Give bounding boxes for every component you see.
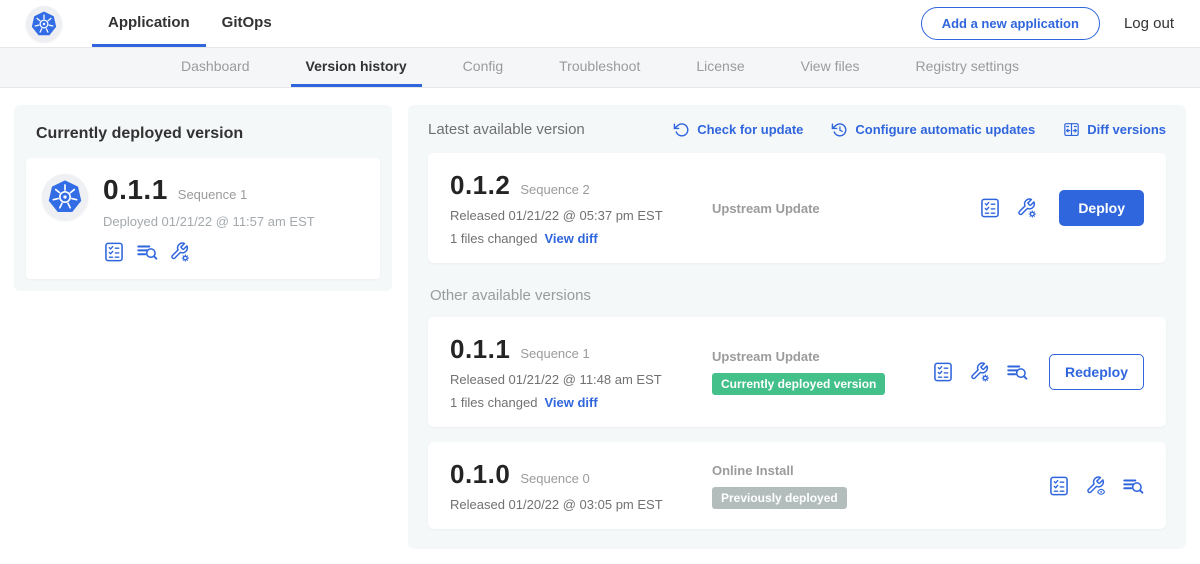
release-notes-icon[interactable]	[932, 361, 954, 383]
tab-gitops-label: GitOps	[222, 14, 272, 31]
release-notes-icon[interactable]	[979, 197, 1001, 219]
files-changed-label: 1 files changed	[450, 231, 537, 246]
other-versions-title: Other available versions	[430, 287, 1164, 304]
add-application-button[interactable]: Add a new application	[921, 7, 1100, 40]
app-window: Application GitOps Add a new application…	[0, 0, 1200, 564]
files-changed-label: 1 files changed	[450, 395, 537, 410]
subnav-tab-config[interactable]: Config	[448, 48, 518, 87]
currently-deployed-badge: Currently deployed version	[712, 373, 885, 395]
view-files-icon[interactable]	[136, 241, 158, 263]
view-files-icon[interactable]	[1122, 475, 1144, 497]
check-for-update-link[interactable]: Check for update	[673, 121, 803, 138]
logout-button[interactable]: Log out	[1124, 15, 1174, 32]
edit-config-icon[interactable]	[1016, 197, 1038, 219]
kubernetes-logo-icon	[26, 6, 62, 42]
version-number: 0.1.0	[450, 459, 510, 490]
version-history-panel: Latest available version Check for updat…	[408, 105, 1186, 549]
deployed-sequence-label: Sequence 1	[178, 187, 247, 202]
diff-versions-link[interactable]: Diff versions	[1063, 121, 1166, 138]
edit-config-icon[interactable]	[169, 241, 191, 263]
refresh-icon	[673, 121, 690, 138]
view-config-icon[interactable]	[1085, 475, 1107, 497]
app-subnav: Dashboard Version history Config Trouble…	[0, 48, 1200, 88]
sequence-label: Sequence 0	[520, 471, 589, 486]
subnav-tab-troubleshoot[interactable]: Troubleshoot	[544, 48, 655, 87]
version-number: 0.1.1	[450, 334, 510, 365]
view-diff-link[interactable]: View diff	[544, 395, 597, 410]
released-timestamp: Released 01/21/22 @ 11:48 am EST	[450, 372, 712, 387]
top-bar: Application GitOps Add a new application…	[0, 0, 1200, 48]
latest-available-title: Latest available version	[428, 121, 585, 138]
primary-tabs: Application GitOps	[92, 0, 288, 47]
version-source-label: Upstream Update	[712, 201, 979, 216]
redeploy-button[interactable]: Redeploy	[1049, 354, 1144, 390]
release-notes-icon[interactable]	[103, 241, 125, 263]
subnav-tab-dashboard[interactable]: Dashboard	[166, 48, 265, 87]
tab-application[interactable]: Application	[92, 0, 206, 47]
released-timestamp: Released 01/20/22 @ 03:05 pm EST	[450, 497, 712, 512]
main-content: Currently deployed version 0.1.1 Sequenc…	[0, 88, 1200, 564]
deployed-timestamp: Deployed 01/21/22 @ 11:57 am EST	[103, 214, 315, 229]
released-timestamp: Released 01/21/22 @ 05:37 pm EST	[450, 208, 712, 223]
view-files-icon[interactable]	[1006, 361, 1028, 383]
sequence-label: Sequence 2	[520, 182, 589, 197]
currently-deployed-title: Currently deployed version	[36, 125, 370, 143]
subnav-tab-registry-settings[interactable]: Registry settings	[901, 48, 1034, 87]
subnav-tab-license[interactable]: License	[681, 48, 759, 87]
diff-versions-icon	[1063, 121, 1080, 138]
currently-deployed-panel: Currently deployed version 0.1.1 Sequenc…	[14, 105, 392, 291]
release-notes-icon[interactable]	[1048, 475, 1070, 497]
tab-application-label: Application	[108, 14, 190, 31]
version-card-0-1-2: 0.1.2 Sequence 2 Released 01/21/22 @ 05:…	[428, 153, 1166, 263]
edit-config-icon[interactable]	[969, 361, 991, 383]
view-diff-link[interactable]: View diff	[544, 231, 597, 246]
schedule-update-icon	[831, 121, 848, 138]
version-card-0-1-1: 0.1.1 Sequence 1 Released 01/21/22 @ 11:…	[428, 317, 1166, 427]
configure-automatic-updates-link[interactable]: Configure automatic updates	[831, 121, 1035, 138]
topbar-spacer	[288, 0, 921, 47]
version-card-0-1-0: 0.1.0 Sequence 0 Released 01/20/22 @ 03:…	[428, 442, 1166, 529]
version-source-label: Online Install	[712, 463, 1048, 478]
subnav-tab-version-history[interactable]: Version history	[291, 48, 422, 87]
sequence-label: Sequence 1	[520, 346, 589, 361]
deploy-button[interactable]: Deploy	[1059, 190, 1144, 226]
subnav-tab-view-files[interactable]: View files	[786, 48, 875, 87]
tab-gitops[interactable]: GitOps	[206, 0, 288, 47]
version-number: 0.1.2	[450, 170, 510, 201]
version-source-label: Upstream Update	[712, 349, 932, 364]
deployed-version-number: 0.1.1	[103, 174, 168, 206]
deployed-version-card: 0.1.1 Sequence 1 Deployed 01/21/22 @ 11:…	[26, 158, 380, 279]
app-logo-kubernetes-icon	[42, 174, 88, 220]
previously-deployed-badge: Previously deployed	[712, 487, 847, 509]
